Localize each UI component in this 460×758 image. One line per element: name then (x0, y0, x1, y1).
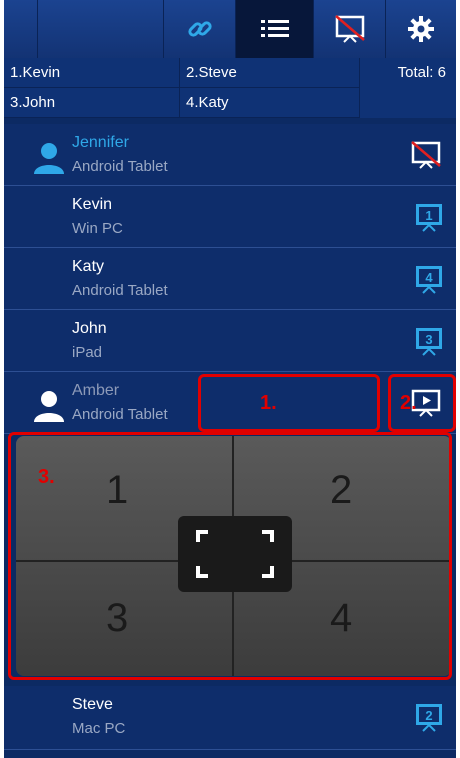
device-name: Kevin (72, 196, 113, 213)
slot-number: 4 (425, 270, 433, 285)
screen-slot-2-icon[interactable]: 2 (414, 702, 444, 732)
device-name: Katy (72, 258, 105, 275)
device-row-kevin[interactable]: Kevin Win PC 1 (4, 186, 456, 248)
device-row-katy[interactable]: Katy Android Tablet 4 (4, 248, 456, 310)
screen-off-icon[interactable] (410, 140, 442, 170)
callout-box-1 (198, 374, 380, 432)
device-type: Android Tablet (72, 406, 168, 423)
screen-off-icon (334, 15, 365, 43)
device-name: Steve (72, 696, 113, 713)
callout-box-3 (8, 432, 452, 680)
device-name: Amber (72, 382, 120, 399)
link-icon (187, 21, 212, 37)
device-type: iPad (72, 344, 103, 361)
callout-box-2 (388, 374, 456, 432)
device-type: Win PC (72, 220, 123, 237)
device-type: Android Tablet (72, 282, 168, 299)
settings-button[interactable] (386, 0, 456, 58)
presenter-slots: 1.Kevin 2.Steve 3.John 4.Katy Total: 6 (4, 58, 456, 118)
slot-3-label: 3.John (4, 88, 180, 118)
slot-2-label: 2.Steve (180, 58, 360, 88)
top-toolbar (4, 0, 456, 59)
slot-number: 3 (425, 332, 432, 347)
user-avatar-icon (34, 391, 64, 422)
device-type: Mac PC (72, 720, 126, 737)
screen-slot-1-icon[interactable]: 1 (414, 202, 444, 232)
toolbar-spacer (4, 0, 38, 58)
device-type: Android Tablet (72, 158, 168, 175)
device-name: Jennifer (72, 134, 129, 151)
screen-slot-4-icon[interactable]: 4 (414, 264, 444, 294)
slot-1-label: 1.Kevin (4, 58, 180, 88)
screen-slot-3-icon[interactable]: 3 (414, 326, 444, 356)
device-row-steve[interactable]: Steve Mac PC 2 (4, 686, 456, 750)
list-icon (260, 20, 289, 37)
slot-4-label: 4.Katy (180, 88, 360, 118)
total-count: Total: 6 (397, 64, 446, 81)
device-row-john[interactable]: John iPad 3 (4, 310, 456, 372)
slot-number: 2 (425, 708, 432, 723)
stop-projection-button[interactable] (314, 0, 386, 58)
callout-label-1: 1. (260, 392, 277, 414)
device-name: John (72, 320, 107, 337)
slot-number: 1 (425, 208, 432, 223)
app-screen: 1.Kevin 2.Steve 3.John 4.Katy Total: 6 J… (4, 0, 456, 758)
link-button[interactable] (164, 0, 236, 58)
list-button[interactable] (236, 0, 314, 58)
callout-label-2: 2. (400, 392, 417, 414)
user-avatar-icon (34, 143, 64, 174)
device-row-jennifer[interactable]: Jennifer Android Tablet (4, 124, 456, 186)
toolbar-spacer-2 (38, 0, 164, 58)
callout-label-3: 3. (38, 466, 55, 488)
gear-icon (408, 16, 434, 42)
